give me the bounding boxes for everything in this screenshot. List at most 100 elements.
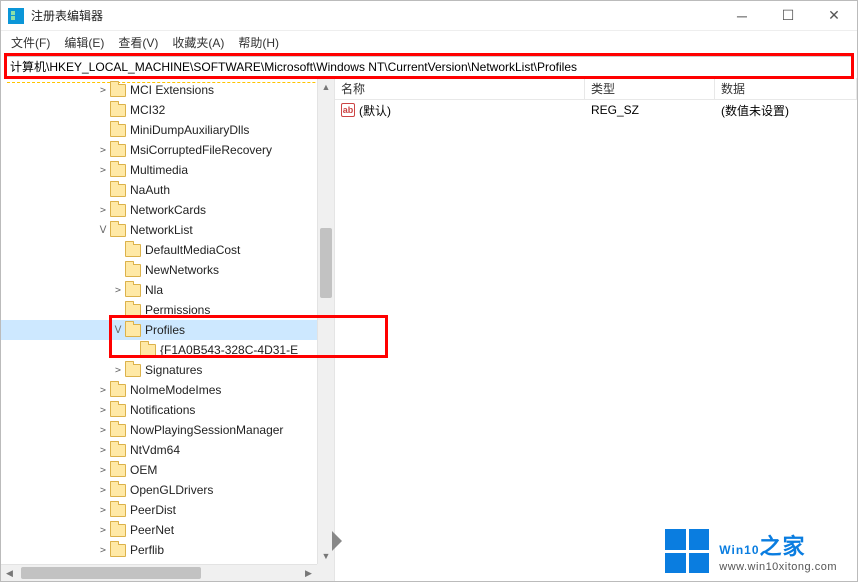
tree-item[interactable]: DefaultMediaCost (1, 240, 334, 260)
column-data[interactable]: 数据 (715, 78, 857, 99)
maximize-button[interactable]: ☐ (765, 1, 811, 31)
folder-icon (125, 264, 141, 277)
folder-icon (125, 284, 141, 297)
scroll-right-icon[interactable]: ▶ (300, 565, 317, 581)
tree-item-label: PeerNet (130, 523, 180, 537)
tree-item-label: NewNetworks (145, 263, 225, 277)
chevron-right-icon[interactable]: > (96, 165, 110, 176)
menu-file[interactable]: 文件(F) (11, 34, 50, 51)
tree-item[interactable]: NewNetworks (1, 260, 334, 280)
panel-splitter[interactable] (335, 78, 340, 581)
scroll-thumb[interactable] (320, 228, 332, 298)
tree-item[interactable]: >NoImeModeImes (1, 380, 334, 400)
column-name[interactable]: 名称 (335, 78, 585, 99)
tree-horizontal-scrollbar[interactable]: ◀ ▶ (1, 564, 317, 581)
folder-icon (110, 104, 126, 117)
chevron-right-icon[interactable]: > (96, 525, 110, 536)
workspace: >MCI ExtensionsMCI32MiniDumpAuxiliaryDll… (1, 78, 857, 581)
tree-item[interactable]: ᐯNetworkList (1, 220, 334, 240)
tree-item-label: NtVdm64 (130, 443, 186, 457)
folder-icon (110, 204, 126, 217)
tree-item-label: {F1A0B543-328C-4D31-E (160, 343, 304, 357)
chevron-right-icon[interactable]: > (96, 485, 110, 496)
value-row[interactable]: ab (默认) REG_SZ (数值未设置) (335, 100, 857, 120)
tree-item-label: Profiles (145, 323, 191, 337)
menu-help[interactable]: 帮助(H) (238, 34, 279, 51)
chevron-right-icon[interactable]: > (96, 85, 110, 96)
value-name: (默认) (359, 102, 391, 119)
chevron-right-icon[interactable]: > (96, 405, 110, 416)
folder-icon (110, 504, 126, 517)
chevron-right-icon[interactable]: > (96, 465, 110, 476)
values-header: 名称 类型 数据 (335, 78, 857, 100)
folder-icon (140, 344, 156, 357)
tree-item[interactable]: >PeerDist (1, 500, 334, 520)
tree-item[interactable]: >OpenGLDrivers (1, 480, 334, 500)
tree-item[interactable]: MCI32 (1, 100, 334, 120)
value-type: REG_SZ (585, 103, 715, 117)
chevron-right-icon[interactable]: > (111, 365, 125, 376)
tree-item[interactable]: > OEM (1, 460, 334, 480)
address-input[interactable] (10, 60, 848, 74)
chevron-right-icon[interactable]: > (96, 145, 110, 156)
tree-item-label: OEM (130, 463, 163, 477)
tree-item[interactable]: > NtVdm64 (1, 440, 334, 460)
chevron-right-icon[interactable]: > (96, 445, 110, 456)
minimize-button[interactable]: ─ (719, 1, 765, 31)
app-icon (8, 8, 24, 24)
tree-item[interactable]: > Nla (1, 280, 334, 300)
tree-item[interactable]: NaAuth (1, 180, 334, 200)
chevron-down-icon[interactable]: ᐯ (96, 225, 110, 236)
tree-item-label: Nla (145, 283, 169, 297)
chevron-right-icon[interactable]: > (96, 425, 110, 436)
menu-view[interactable]: 查看(V) (118, 34, 158, 51)
chevron-right-icon[interactable]: > (96, 385, 110, 396)
tree-item[interactable]: {F1A0B543-328C-4D31-E (1, 340, 334, 360)
address-bar (5, 56, 853, 77)
tree-item[interactable]: >Notifications (1, 400, 334, 420)
folder-icon (110, 184, 126, 197)
registry-tree[interactable]: >MCI ExtensionsMCI32MiniDumpAuxiliaryDll… (1, 78, 334, 560)
chevron-right-icon[interactable]: > (96, 545, 110, 556)
tree-item[interactable]: ᐯ Profiles (1, 320, 334, 340)
tree-item[interactable]: MiniDumpAuxiliaryDlls (1, 120, 334, 140)
chevron-right-icon[interactable]: > (96, 205, 110, 216)
tree-item[interactable]: > Perflib (1, 540, 334, 560)
folder-icon (125, 304, 141, 317)
folder-icon (110, 544, 126, 557)
folder-icon (110, 124, 126, 137)
tree-item[interactable]: > PeerNet (1, 520, 334, 540)
tree-item[interactable]: >MsiCorruptedFileRecovery (1, 140, 334, 160)
tree-item[interactable]: >NowPlayingSessionManager (1, 420, 334, 440)
scroll-left-icon[interactable]: ◀ (1, 565, 18, 581)
folder-icon (110, 384, 126, 397)
close-button[interactable]: ✕ (811, 1, 857, 31)
folder-icon (110, 404, 126, 417)
tree-item[interactable]: >NetworkCards (1, 200, 334, 220)
tree-item[interactable]: > Multimedia (1, 160, 334, 180)
tree-vertical-scrollbar[interactable]: ▲ ▼ (317, 78, 334, 564)
chevron-down-icon[interactable]: ᐯ (111, 325, 125, 336)
values-panel: 名称 类型 数据 ab (默认) REG_SZ (数值未设置) (335, 78, 857, 581)
folder-icon (110, 164, 126, 177)
value-data: (数值未设置) (715, 102, 857, 119)
tree-item[interactable]: >Signatures (1, 360, 334, 380)
column-type[interactable]: 类型 (585, 78, 715, 99)
folder-icon (125, 324, 141, 337)
tree-item[interactable]: Permissions (1, 300, 334, 320)
menu-bar: 文件(F) 编辑(E) 查看(V) 收藏夹(A) 帮助(H) (1, 31, 857, 53)
menu-favorites[interactable]: 收藏夹(A) (172, 34, 224, 51)
scroll-up-icon[interactable]: ▲ (318, 78, 334, 95)
tree-item-label: Perflib (130, 543, 170, 557)
chevron-right-icon[interactable]: > (96, 505, 110, 516)
chevron-right-icon[interactable]: > (111, 285, 125, 296)
window-titlebar: 注册表编辑器 ─ ☐ ✕ (1, 1, 857, 31)
tree-item-label: Multimedia (130, 163, 194, 177)
scroll-thumb[interactable] (21, 567, 201, 579)
folder-icon (110, 444, 126, 457)
folder-icon (110, 524, 126, 537)
menu-edit[interactable]: 编辑(E) (64, 34, 104, 51)
tree-item-label: DefaultMediaCost (145, 243, 246, 257)
tree-item[interactable]: >MCI Extensions (1, 80, 334, 100)
scroll-corner (317, 564, 334, 581)
